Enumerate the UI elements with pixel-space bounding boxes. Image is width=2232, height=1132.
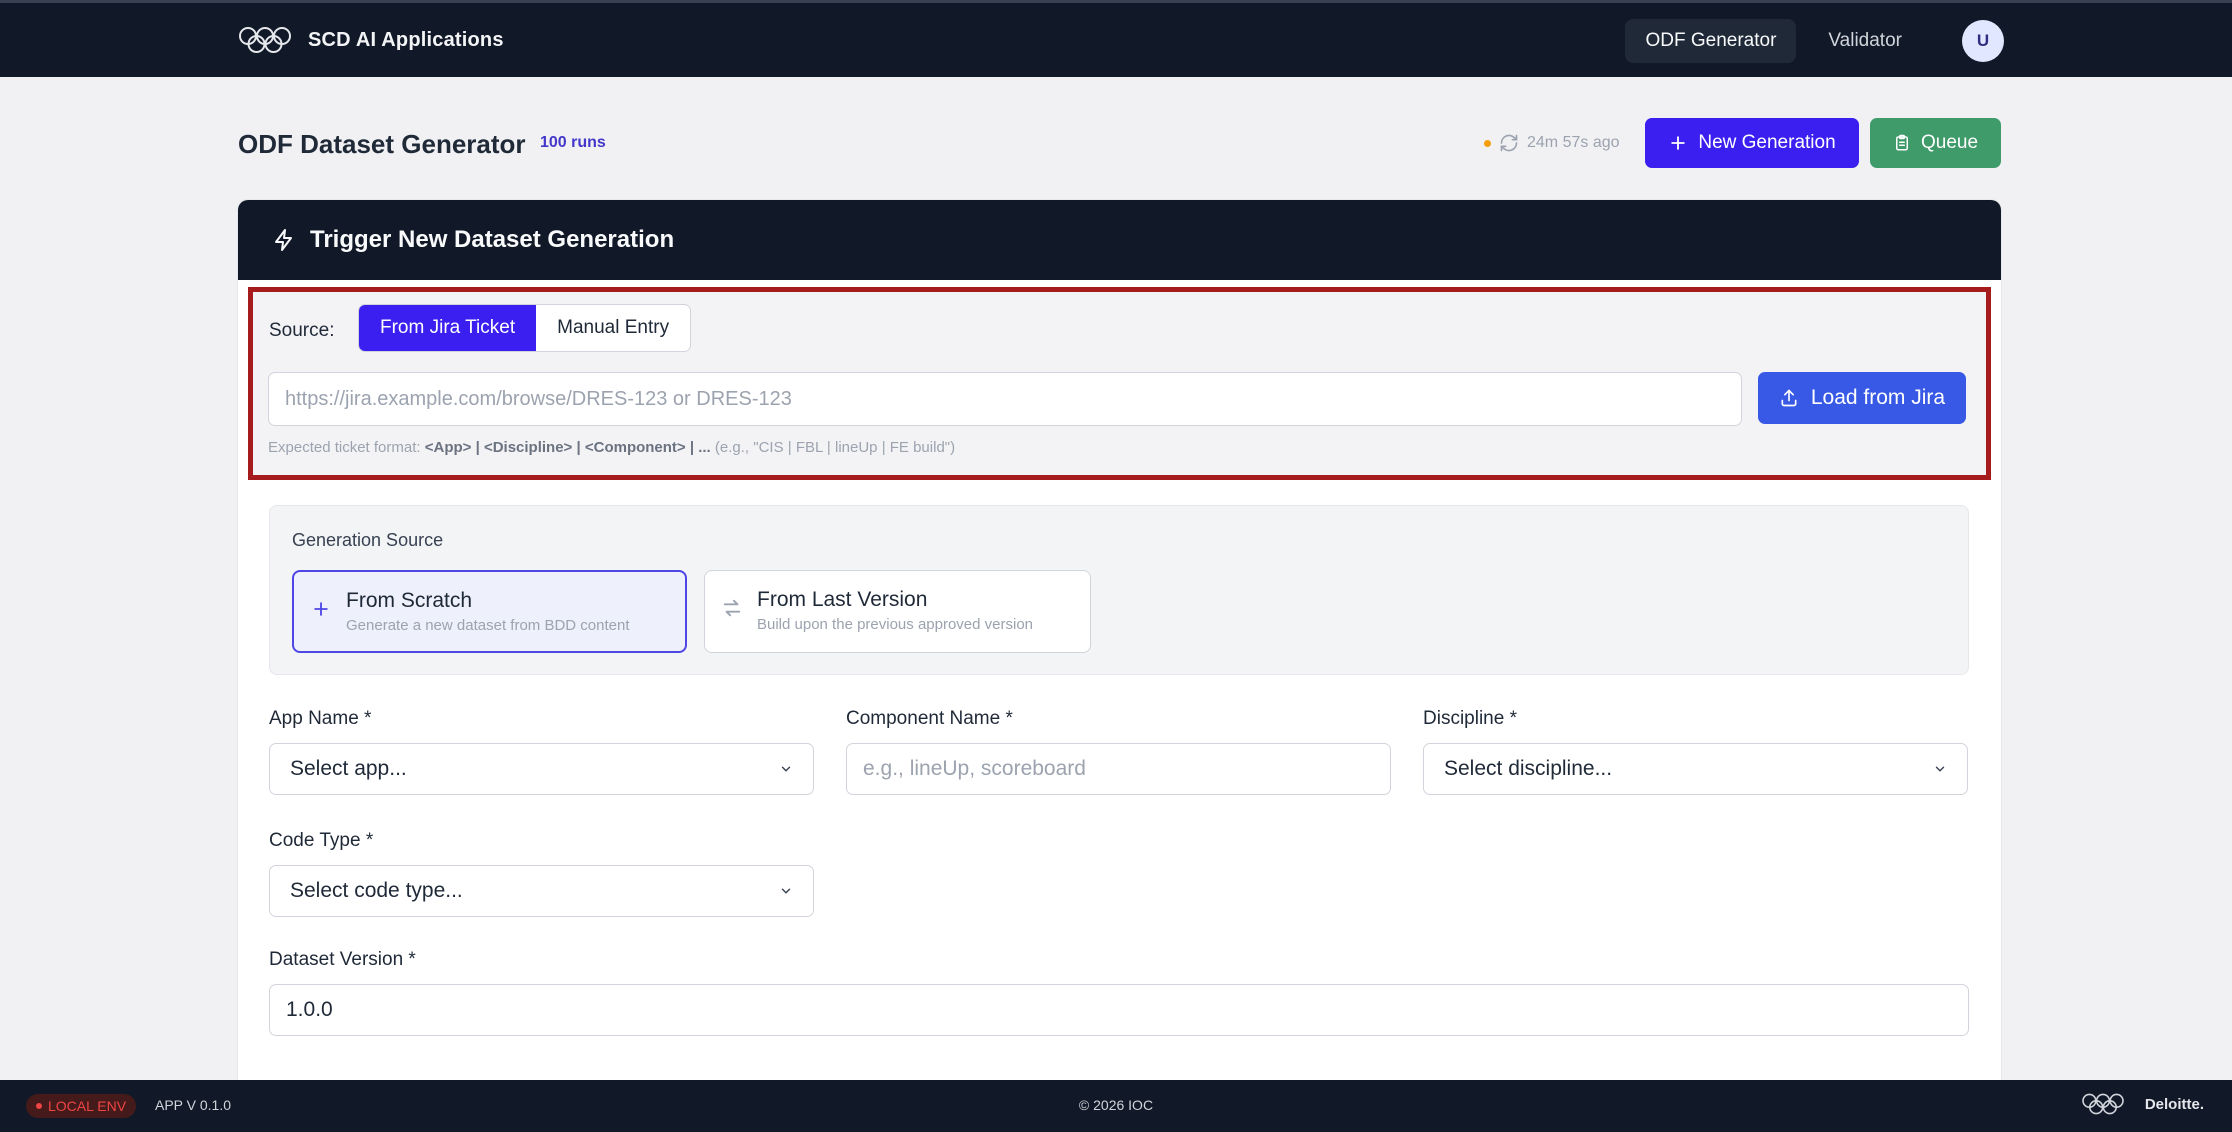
hint-format: <App> | <Discipline> | <Component> | ... — [424, 439, 711, 456]
card-header: Trigger New Dataset Generation — [238, 200, 2001, 280]
from-last-version-option[interactable]: From Last Version Build upon the previou… — [704, 570, 1091, 653]
queue-label: Queue — [1920, 132, 1979, 153]
source-label: Source: — [269, 320, 335, 341]
clipboard-icon — [1895, 134, 1908, 151]
component-name-placeholder: e.g., lineUp, scoreboard — [863, 757, 1086, 780]
code-type-value: Select code type... — [290, 879, 463, 902]
from-last-version-title: From Last Version — [757, 588, 928, 611]
card-title: Trigger New Dataset Generation — [310, 226, 675, 253]
source-toggle: From Jira Ticket Manual Entry — [358, 304, 692, 352]
discipline-value: Select discipline... — [1444, 757, 1613, 780]
olympic-rings-icon — [239, 27, 291, 53]
generation-source-label: Generation Source — [292, 530, 444, 550]
dataset-version-input[interactable]: 1.0.0 — [269, 984, 1969, 1036]
generation-source-section: Generation Source From Scratch Generate … — [269, 505, 1969, 675]
chevron-down-icon — [781, 766, 791, 772]
nav-tab-validator[interactable]: Validator — [1808, 19, 1922, 63]
hint-example: (e.g., "CIS | FBL | lineUp | FE build") — [710, 439, 956, 456]
from-last-version-desc: Build upon the previous approved version — [757, 616, 1034, 633]
component-name-label: Component Name * — [846, 708, 1013, 729]
new-generation-label: New Generation — [1698, 132, 1836, 153]
load-from-jira-button[interactable]: Load from Jira — [1758, 372, 1966, 424]
new-generation-button[interactable]: New Generation — [1645, 118, 1859, 168]
brand-title: SCD AI Applications — [308, 28, 504, 51]
discipline-label: Discipline * — [1423, 708, 1517, 729]
queue-button[interactable]: Queue — [1870, 118, 2001, 168]
runs-count-badge: 100 runs — [540, 134, 606, 151]
plus-icon — [310, 598, 332, 626]
discipline-select[interactable]: Select discipline... — [1423, 743, 1968, 795]
nav-tab-odf-generator[interactable]: ODF Generator — [1625, 19, 1797, 63]
last-refresh-time: 24m 57s ago — [1527, 134, 1620, 151]
chevron-down-icon — [1935, 766, 1945, 772]
brand[interactable]: SCD AI Applications — [238, 25, 504, 55]
top-navbar: SCD AI Applications ODF Generator Valida… — [0, 0, 2232, 77]
partner-logo: Deloitte. — [2144, 1095, 2204, 1113]
from-scratch-desc: Generate a new dataset from BDD content — [346, 617, 630, 634]
code-type-label: Code Type * — [269, 830, 374, 851]
dataset-version-label: Dataset Version * — [269, 949, 416, 970]
page-title: ODF Dataset Generator — [238, 129, 526, 159]
olympic-rings-icon — [2082, 1093, 2124, 1115]
footer-logos: Deloitte. — [2081, 1092, 2204, 1116]
status-dot — [1484, 139, 1491, 147]
source-option-manual[interactable]: Manual Entry — [536, 305, 690, 351]
trigger-generation-card: Trigger New Dataset Generation Source: F… — [238, 200, 2001, 1132]
code-type-select[interactable]: Select code type... — [269, 865, 814, 917]
source-option-jira[interactable]: From Jira Ticket — [359, 305, 537, 351]
chevron-down-icon — [781, 888, 791, 894]
lightning-icon — [275, 229, 292, 251]
app-name-value: Select app... — [290, 757, 407, 780]
load-from-jira-label: Load from Jira — [1810, 386, 1946, 409]
from-scratch-title: From Scratch — [346, 589, 473, 612]
footer: LOCAL ENV APP V 0.1.0 © 2026 IOC Deloitt… — [0, 1080, 2232, 1132]
from-scratch-option[interactable]: From Scratch Generate a new dataset from… — [292, 570, 687, 653]
upload-icon — [1781, 389, 1797, 407]
dataset-version-value: 1.0.0 — [286, 998, 333, 1021]
swap-arrows-icon — [721, 597, 743, 626]
hint-prefix: Expected ticket format: — [268, 439, 425, 456]
refresh-icon[interactable] — [1499, 133, 1519, 153]
jira-ticket-input[interactable] — [268, 372, 1742, 426]
jira-source-panel: Source: From Jira Ticket Manual Entry Lo… — [248, 287, 1991, 480]
app-name-select[interactable]: Select app... — [269, 743, 814, 795]
app-name-label: App Name * — [269, 708, 372, 729]
ticket-format-hint: Expected ticket format: <App> | <Discipl… — [268, 439, 955, 456]
copyright: © 2026 IOC — [1078, 1097, 1154, 1113]
refresh-status: 24m 57s ago — [1484, 133, 1620, 153]
nav-tabs: ODF Generator Validator U — [1625, 19, 2004, 63]
user-avatar[interactable]: U — [1962, 20, 2004, 62]
plus-icon — [1671, 136, 1686, 150]
component-name-input[interactable]: e.g., lineUp, scoreboard — [846, 743, 1391, 795]
